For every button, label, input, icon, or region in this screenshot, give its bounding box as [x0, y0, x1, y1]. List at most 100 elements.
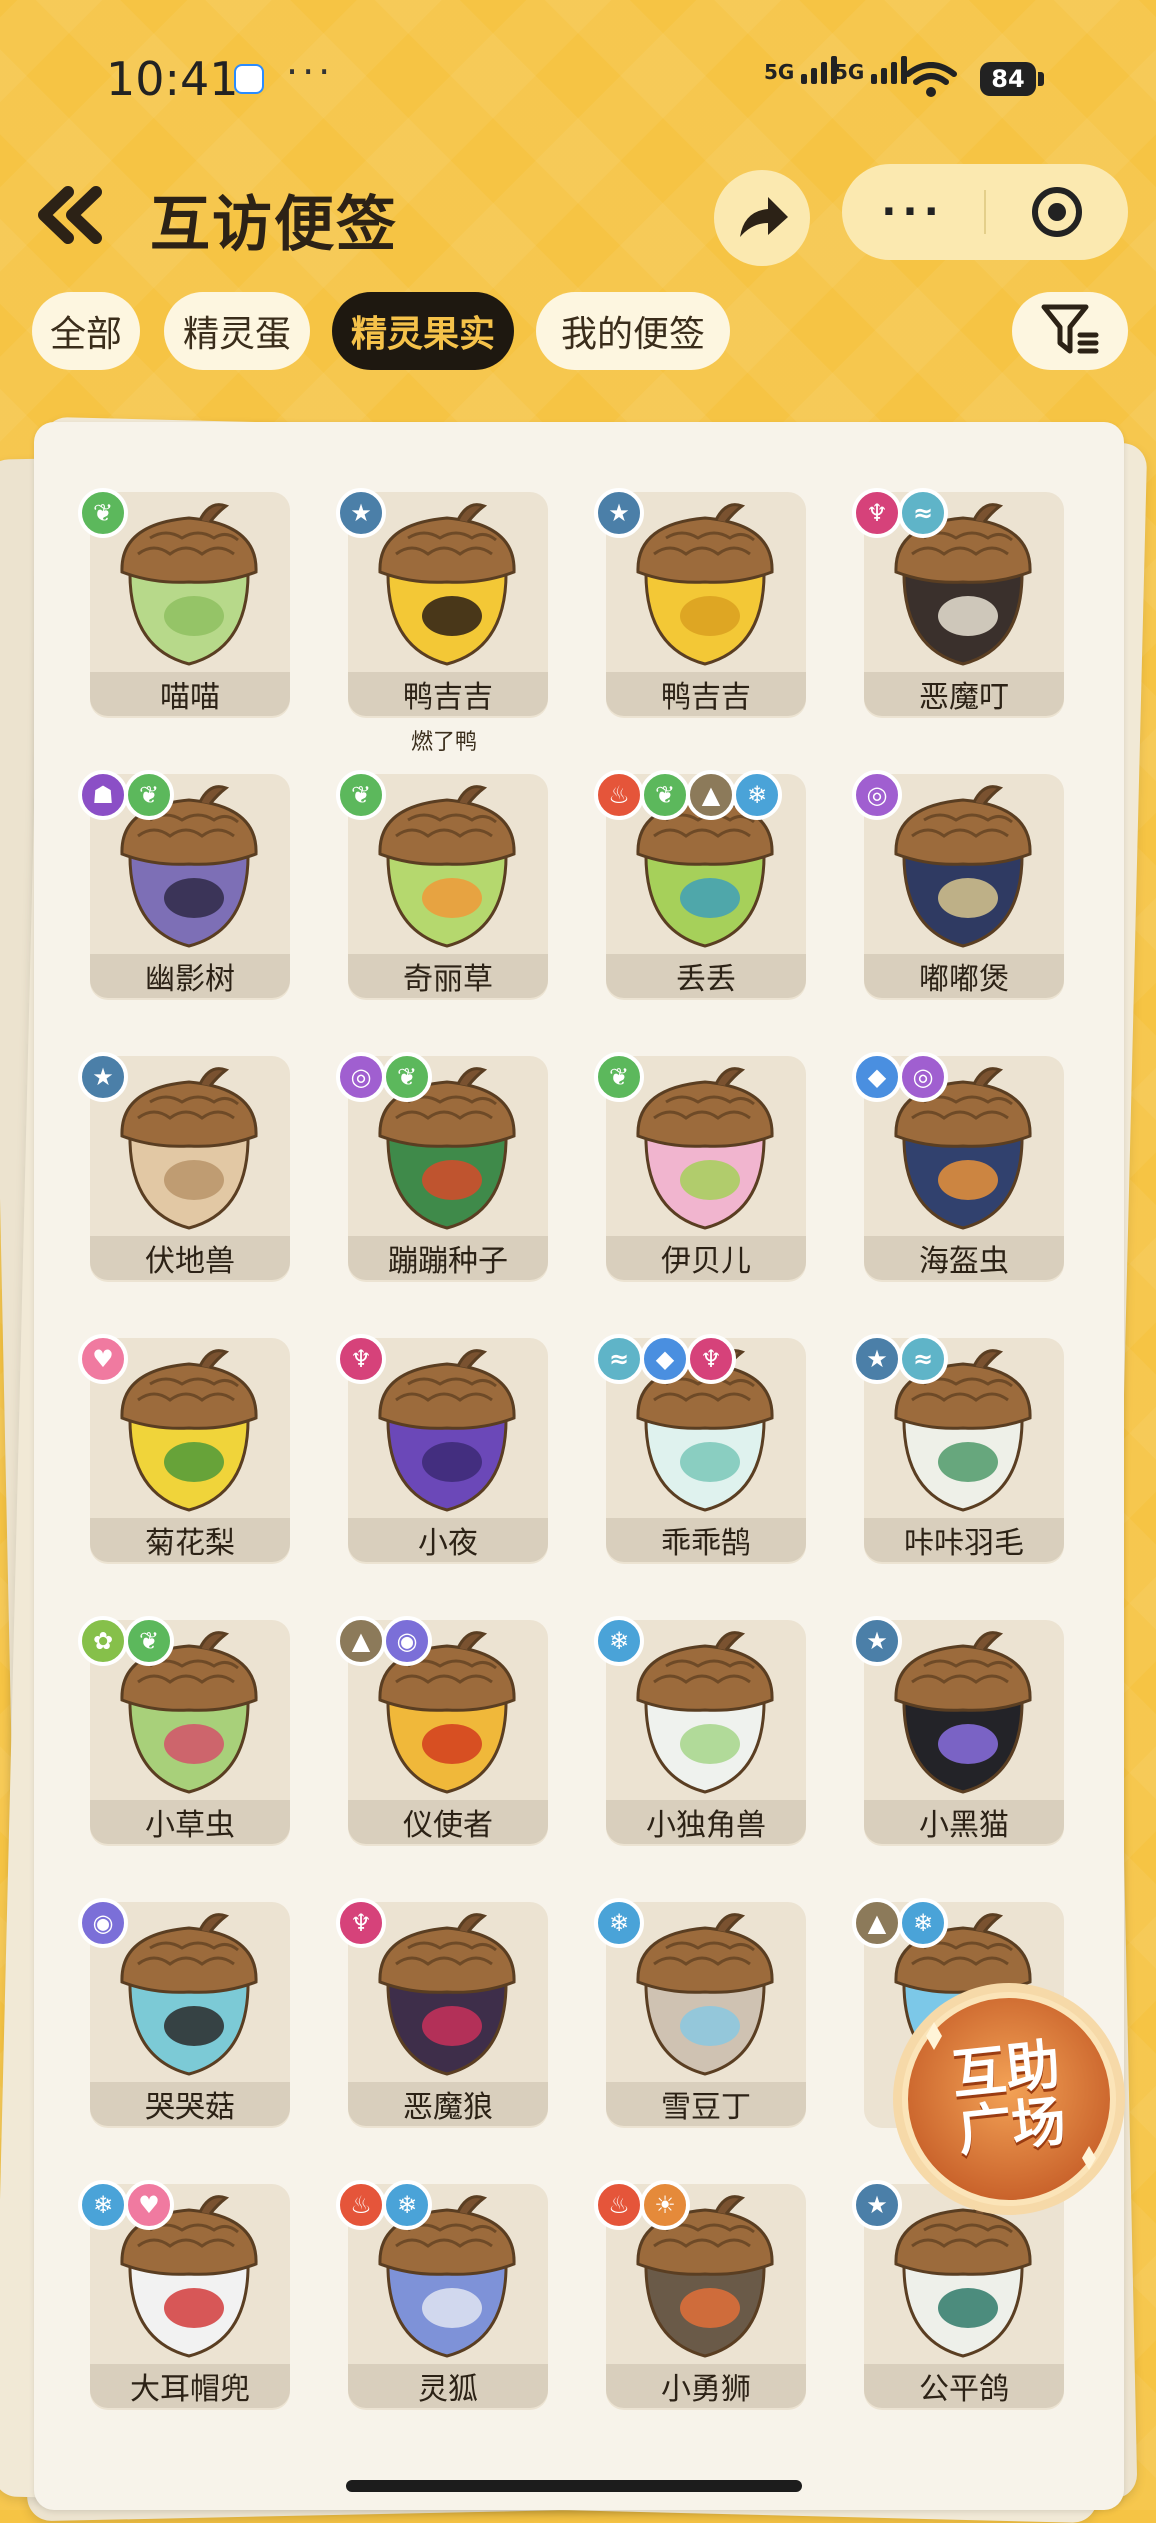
acorn-fruit-icon — [894, 785, 1032, 948]
element-badges: ♆ ≈ — [852, 488, 948, 544]
close-program-button[interactable] — [986, 164, 1128, 260]
fruit-card[interactable]: ◆ ◎ 海盔虫 — [852, 1052, 1068, 1292]
demon-element-icon: ♆ — [336, 1898, 386, 1948]
grass-element-icon: ❦ — [594, 1052, 644, 1102]
element-badges: ▲ ◉ — [336, 1616, 432, 1672]
fruit-name: 咔咔羽毛 — [864, 1518, 1064, 1562]
acorn-fruit-icon — [378, 785, 516, 948]
fruit-card[interactable]: ▲ ◉ 仪使者 — [336, 1616, 552, 1856]
fruit-card[interactable]: ♆ 恶魔狼 — [336, 1898, 552, 2138]
element-badges: ◆ ◎ — [852, 1052, 948, 1108]
fruit-card[interactable]: ☗ ❦ 幽影树 — [78, 770, 294, 1010]
element-badges: ♨ ☀ — [594, 2180, 690, 2236]
acorn-fruit-icon — [378, 1349, 516, 1512]
acorn-fruit-icon — [120, 503, 258, 666]
help-plaza-button[interactable]: 互助 广场 — [886, 1976, 1132, 2222]
fruit-name: 蹦蹦种子 — [348, 1236, 548, 1280]
element-badges: ★ ≈ — [852, 1334, 948, 1390]
ground-element-icon: ▲ — [686, 770, 736, 820]
tab-spirit-egg[interactable]: 精灵蛋 — [164, 292, 310, 370]
ice-element-icon: ❄ — [898, 1898, 948, 1948]
element-badges: ♥ — [78, 1334, 128, 1390]
tab-spirit-fruit[interactable]: 精灵果实 — [332, 292, 514, 370]
light-element-icon: ☀ — [640, 2180, 690, 2230]
status-time: 10:41 — [106, 52, 239, 106]
element-badges: ❦ — [78, 488, 128, 544]
ground-element-icon: ▲ — [852, 1898, 902, 1948]
grass-element-icon: ❦ — [124, 1616, 174, 1666]
fruit-name: 嘟嘟煲 — [864, 954, 1064, 998]
fruit-card[interactable]: ♆ 小夜 — [336, 1334, 552, 1574]
acorn-fruit-icon — [636, 1631, 774, 1794]
fruit-name: 伏地兽 — [90, 1236, 290, 1280]
battery-tip — [1038, 72, 1044, 86]
fruit-card[interactable]: ❄ 小独角兽 — [594, 1616, 810, 1856]
fruit-name: 小夜 — [348, 1518, 548, 1562]
element-badges: ★ — [78, 1052, 128, 1108]
normal-element-icon: ★ — [336, 488, 386, 538]
psychic-element-icon: ◎ — [852, 770, 902, 820]
fruit-card[interactable]: ❄ ♥ 大耳帽兜 — [78, 2180, 294, 2420]
fruit-card[interactable]: ✿ ❦ 小草虫 — [78, 1616, 294, 1856]
fruit-card[interactable]: ★ 伏地兽 — [78, 1052, 294, 1292]
acorn-fruit-icon — [636, 1067, 774, 1230]
ghost-element-icon: ☗ — [78, 770, 128, 820]
fruit-name: 喵喵 — [90, 672, 290, 716]
fruit-card[interactable]: ♥ 菊花梨 — [78, 1334, 294, 1574]
app-status-icon — [234, 64, 264, 94]
fire-element-icon: ♨ — [594, 2180, 644, 2230]
fruit-card[interactable]: ❦ 喵喵 — [78, 488, 294, 728]
fruit-card[interactable]: ♨ ❦ ▲ ❄ 丢丢 — [594, 770, 810, 1010]
fruit-name: 小黑猫 — [864, 1800, 1064, 1844]
fruit-name: 仪使者 — [348, 1800, 548, 1844]
acorn-fruit-icon — [636, 1913, 774, 2076]
fruit-card[interactable]: ❦ 伊贝儿 — [594, 1052, 810, 1292]
element-badges: ❄ — [594, 1616, 644, 1672]
demon-element-icon: ♆ — [852, 488, 902, 538]
fruit-name: 小独角兽 — [606, 1800, 806, 1844]
ice-element-icon: ❄ — [732, 770, 782, 820]
page-title: 互访便签 — [150, 190, 398, 260]
more-menu-button[interactable]: ··· — [842, 164, 984, 260]
demon-element-icon: ♆ — [686, 1334, 736, 1384]
filter-icon — [1041, 304, 1099, 354]
fruit-card[interactable]: ★ 鸭吉吉 — [594, 488, 810, 728]
fruit-name: 奇丽草 — [348, 954, 548, 998]
fruit-card[interactable]: ◉ 哭哭菇 — [78, 1898, 294, 2138]
filter-button[interactable] — [1012, 292, 1128, 370]
psychic-element-icon: ◎ — [898, 1052, 948, 1102]
dragon-element-icon: ◉ — [78, 1898, 128, 1948]
element-badges: ❄ — [594, 1898, 644, 1954]
wind-element-icon: ≈ — [898, 488, 948, 538]
ice-element-icon: ❄ — [382, 2180, 432, 2230]
fruit-name: 哭哭菇 — [90, 2082, 290, 2126]
fruit-card[interactable]: ♨ ☀ 小勇狮 — [594, 2180, 810, 2420]
ice-element-icon: ❄ — [78, 2180, 128, 2230]
fruit-card[interactable]: ≈ ◆ ♆ 乖乖鹄 — [594, 1334, 810, 1574]
grass-element-icon: ❦ — [78, 488, 128, 538]
ice-element-icon: ❄ — [594, 1616, 644, 1666]
element-badges: ♆ — [336, 1334, 386, 1390]
fruit-card[interactable]: ❦ 奇丽草 — [336, 770, 552, 1010]
fruit-card[interactable]: ★ 鸭吉吉 燃了鸭 — [336, 488, 552, 755]
fruit-card[interactable]: ◎ ❦ 蹦蹦种子 — [336, 1052, 552, 1292]
fruit-name: 乖乖鹄 — [606, 1518, 806, 1562]
fruit-name: 鸭吉吉 — [606, 672, 806, 716]
acorn-fruit-icon — [378, 1913, 516, 2076]
grass-element-icon: ❦ — [382, 1052, 432, 1102]
fruit-name: 灵狐 — [348, 2364, 548, 2408]
tab-all[interactable]: 全部 — [32, 292, 140, 370]
tab-my-notes[interactable]: 我的便签 — [536, 292, 730, 370]
share-button[interactable] — [714, 170, 810, 266]
fruit-card[interactable]: ★ 小黑猫 — [852, 1616, 1068, 1856]
fruit-card[interactable]: ❄ 雪豆丁 — [594, 1898, 810, 2138]
share-icon — [740, 197, 788, 237]
fruit-card[interactable]: ◎ 嘟嘟煲 — [852, 770, 1068, 1010]
element-badges: ◎ ❦ — [336, 1052, 432, 1108]
dragon-element-icon: ◉ — [382, 1616, 432, 1666]
element-badges: ★ — [336, 488, 386, 544]
fruit-card[interactable]: ★ ≈ 咔咔羽毛 — [852, 1334, 1068, 1574]
fruit-card[interactable]: ♆ ≈ 恶魔叮 — [852, 488, 1068, 728]
back-icon[interactable] — [30, 180, 110, 250]
fruit-card[interactable]: ♨ ❄ 灵狐 — [336, 2180, 552, 2420]
